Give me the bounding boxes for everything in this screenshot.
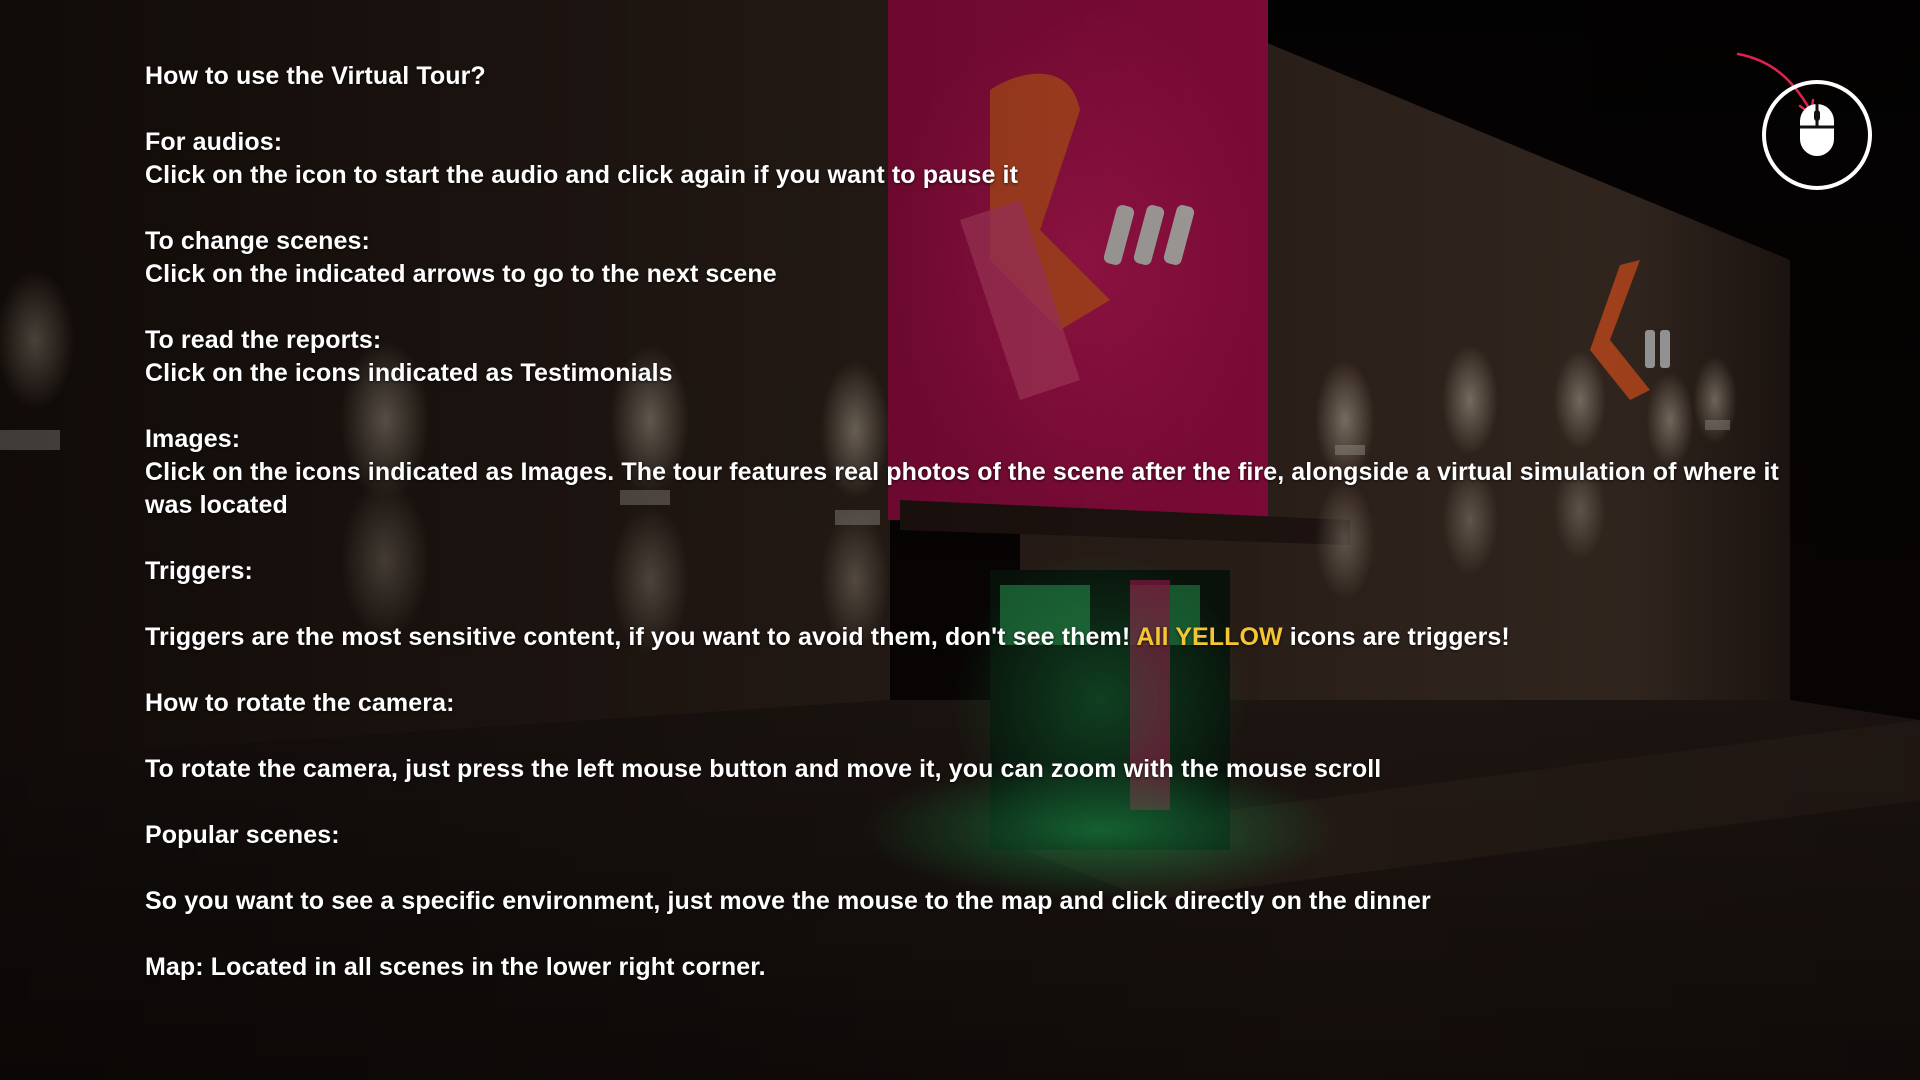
triggers-heading: Triggers: [145, 557, 253, 585]
scenes-section: To change scenes: Click on the indicated… [145, 225, 1795, 291]
popular-text: So you want to see a specific environmen… [145, 887, 1431, 915]
reports-text: Click on the icons indicated as Testimon… [145, 359, 673, 387]
scenes-text: Click on the indicated arrows to go to t… [145, 260, 777, 288]
triggers-text: Triggers are the most sensitive content,… [145, 621, 1795, 654]
reports-heading: To read the reports: [145, 326, 382, 354]
reports-section: To read the reports: Click on the icons … [145, 324, 1795, 390]
triggers-highlight: All YELLOW [1136, 623, 1283, 651]
camera-heading: How to rotate the camera: [145, 689, 455, 717]
camera-text: To rotate the camera, just press the lef… [145, 755, 1382, 783]
mouse-icon [1762, 80, 1872, 190]
images-text: Click on the icons indicated as Images. … [145, 458, 1779, 519]
images-section: Images: Click on the icons indicated as … [145, 423, 1795, 522]
audios-text: Click on the icon to start the audio and… [145, 161, 1018, 189]
audios-heading: For audios: [145, 128, 283, 156]
triggers-text-before: Triggers are the most sensitive content,… [145, 623, 1137, 651]
popular-heading: Popular scenes: [145, 821, 340, 849]
mouse-hint [1736, 52, 1872, 190]
images-heading: Images: [145, 425, 241, 453]
map-text: Map: Located in all scenes in the lower … [145, 953, 766, 981]
triggers-text-after: icons are triggers! [1282, 623, 1510, 651]
virtual-tour-help-screen: How to use the Virtual Tour? For audios:… [0, 0, 1920, 1080]
scenes-heading: To change scenes: [145, 227, 370, 255]
instructions-title: How to use the Virtual Tour? [145, 62, 486, 90]
audios-section: For audios: Click on the icon to start t… [145, 126, 1795, 192]
instructions-panel: How to use the Virtual Tour? For audios:… [145, 60, 1795, 1017]
